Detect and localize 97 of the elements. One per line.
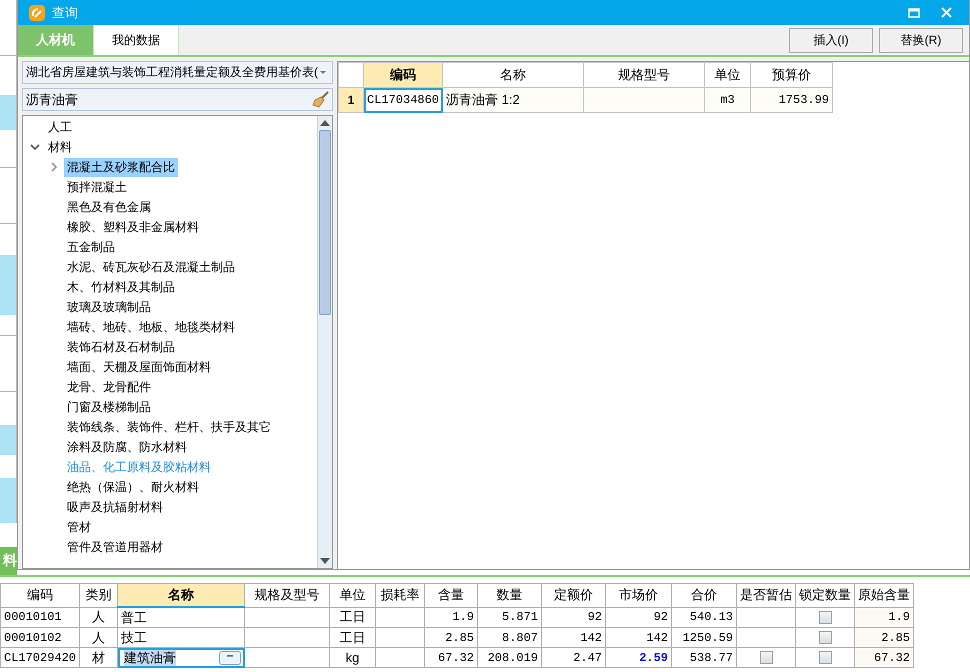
table-cell: 92: [542, 607, 606, 628]
table-cell: 沥青油膏 1:2: [442, 88, 584, 112]
table-cell: kg: [330, 648, 376, 668]
tree-item[interactable]: 墙砖、地砖、地板、地毯类材料: [64, 318, 238, 336]
table-cell: 人: [80, 628, 118, 648]
table-cell: 工日: [330, 628, 376, 648]
window-title: 查询: [52, 4, 78, 22]
table-cell: 92: [606, 607, 672, 628]
tree-item[interactable]: 材料: [45, 138, 75, 156]
tree-item[interactable]: 绝热（保温）、耐火材料: [64, 478, 202, 496]
tree-item[interactable]: 装饰线条、装饰件、栏杆、扶手及其它: [64, 418, 274, 436]
column-header[interactable]: 是否暂估: [736, 584, 796, 607]
column-header[interactable]: 预算价: [750, 62, 833, 88]
column-header[interactable]: 单位: [330, 584, 376, 607]
table-cell: 1.9: [424, 607, 478, 628]
column-header[interactable]: 编码: [0, 584, 80, 607]
tree-item[interactable]: 墙面、天棚及屋面饰面材料: [64, 358, 214, 376]
tree-item[interactable]: 龙骨、龙骨配件: [64, 378, 154, 396]
column-header[interactable]: 名称: [442, 62, 584, 88]
checkbox[interactable]: [760, 650, 773, 664]
more-button[interactable]: ⋯: [219, 650, 242, 664]
column-header[interactable]: 规格及型号: [244, 584, 330, 607]
table-cell: CL17029420: [0, 648, 80, 668]
column-header[interactable]: 原始含量: [854, 584, 914, 607]
tree-item[interactable]: 装饰石材及石材制品: [64, 338, 178, 356]
table-cell: 1753.99: [750, 88, 833, 112]
table-cell: 540.13: [672, 607, 737, 628]
action-button[interactable]: 插入(I): [789, 28, 873, 53]
tree-item[interactable]: 五金制品: [64, 238, 118, 256]
table-cell: 2.59: [606, 648, 672, 668]
table-cell: 00010101: [0, 607, 80, 628]
row-number: 1: [338, 88, 364, 112]
tree-item[interactable]: 玻璃及玻璃制品: [64, 298, 154, 316]
search-input[interactable]: 沥青油膏: [26, 92, 312, 107]
table-cell: 2.85: [424, 628, 478, 648]
tree-item[interactable]: 油品、化工原料及胶粘材料: [64, 458, 214, 476]
search-field[interactable]: 沥青油膏: [22, 88, 333, 111]
checkbox[interactable]: [818, 610, 832, 624]
table-cell: 1250.59: [672, 628, 737, 648]
tree-item[interactable]: 管材: [64, 518, 94, 536]
tree-item[interactable]: 人工: [45, 118, 75, 136]
checkbox[interactable]: [818, 630, 832, 644]
checkbox[interactable]: [818, 650, 832, 664]
tree-item[interactable]: 涂料及防腐、防水材料: [64, 438, 190, 456]
table-cell: 142: [606, 628, 672, 648]
column-header[interactable]: 含量: [424, 584, 478, 607]
column-header[interactable]: 名称: [118, 584, 245, 607]
tree-item[interactable]: 门窗及楼梯制品: [64, 398, 154, 416]
table-cell: 8.807: [478, 628, 542, 648]
column-header[interactable]: 类别: [80, 584, 118, 607]
scroll-thumb[interactable]: [319, 130, 331, 315]
scroll-down-icon: [320, 558, 330, 564]
app-icon: [28, 4, 46, 22]
table-cell[interactable]: CL17034860: [364, 88, 443, 112]
tree-item[interactable]: 预拌混凝土: [64, 178, 130, 196]
library-dropdown[interactable]: 湖北省房屋建筑与装饰工程消耗量定额及全费用基价表(: [22, 61, 333, 84]
tree-item[interactable]: 管件及管道用器材: [64, 538, 166, 556]
table-cell: 2.85: [854, 628, 914, 648]
table-cell: 1.9: [854, 607, 914, 628]
scrollbar[interactable]: [317, 116, 332, 568]
tab[interactable]: 我的数据: [94, 25, 179, 55]
column-header[interactable]: 规格型号: [584, 62, 705, 88]
column-header[interactable]: 市场价: [606, 584, 672, 607]
broom-icon: [312, 91, 329, 108]
table-cell: m3: [704, 88, 751, 112]
table-cell: 材: [80, 648, 118, 668]
close-icon: [940, 7, 952, 18]
table-cell: 142: [542, 628, 606, 648]
column-header[interactable]: 单位: [704, 62, 751, 88]
action-button[interactable]: 替换(R): [879, 28, 963, 53]
table-cell: 2.47: [542, 648, 606, 668]
table-cell: 技工: [118, 628, 245, 648]
column-header[interactable]: 定额价: [542, 584, 606, 607]
column-header[interactable]: 锁定数量: [796, 584, 855, 607]
scroll-up-icon: [320, 120, 330, 126]
caret-icon: [320, 71, 326, 74]
tree-item[interactable]: 吸声及抗辐射材料: [64, 498, 166, 516]
column-header[interactable]: 合价: [672, 584, 737, 607]
column-header[interactable]: 编码: [364, 62, 443, 88]
maximize-icon: [908, 8, 920, 18]
column-header[interactable]: 损耗率: [376, 584, 425, 607]
tree-item[interactable]: 木、竹材料及其制品: [64, 278, 178, 296]
table-cell: 工日: [330, 607, 376, 628]
column-header[interactable]: 数量: [478, 584, 542, 607]
table-cell: 人: [80, 607, 118, 628]
table-cell: 208.019: [478, 648, 542, 668]
table-cell: 67.32: [424, 648, 478, 668]
name-input-field[interactable]: 建筑油膏 ⋯: [118, 648, 244, 666]
tree-item[interactable]: 水泥、砖瓦灰砂石及混凝土制品: [64, 258, 238, 276]
tree-item[interactable]: 黑色及有色金属: [64, 198, 154, 216]
tree-item[interactable]: 混凝土及砂浆配合比: [64, 158, 178, 176]
table-cell: 5.871: [478, 607, 542, 628]
table-cell: 普工: [118, 607, 245, 628]
table-cell: 538.77: [672, 648, 737, 668]
table-cell: 67.32: [854, 648, 914, 668]
tree-item[interactable]: 橡胶、塑料及非金属材料: [64, 218, 202, 236]
table-cell: 00010102: [0, 628, 80, 648]
